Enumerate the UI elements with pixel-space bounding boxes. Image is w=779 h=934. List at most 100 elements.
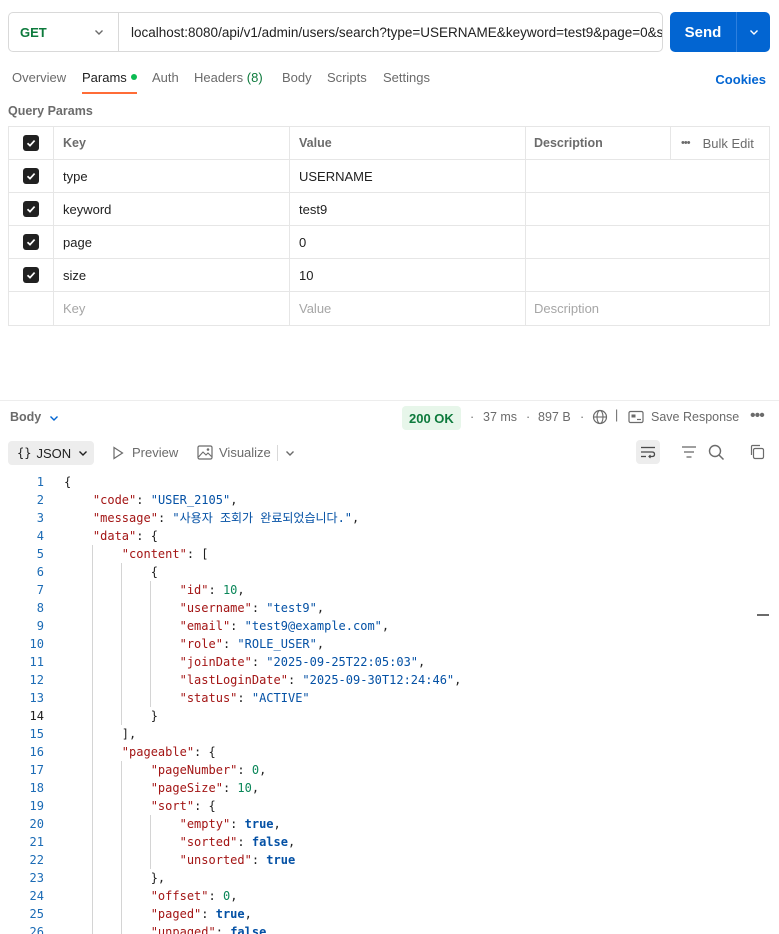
indent-guide (120, 599, 122, 617)
param-description[interactable] (526, 259, 769, 291)
code-line: 8 "username": "test9", (0, 599, 779, 617)
select-all-checkbox[interactable] (23, 135, 39, 151)
url-input[interactable]: localhost:8080/api/v1/admin/users/search… (119, 25, 662, 40)
code-line: 23 }, (0, 869, 779, 887)
send-options-button[interactable] (737, 12, 770, 52)
code-text: "username": "test9", (179, 601, 325, 615)
response-body-editor[interactable]: 1{2 "code": "USER_2105", 3 "message": "사용… (0, 473, 779, 934)
more-options-icon[interactable]: ••• (750, 407, 765, 425)
response-size[interactable]: 897 B (538, 410, 571, 424)
param-key[interactable]: page (54, 226, 290, 258)
param-value[interactable]: test9 (290, 193, 526, 225)
tab-auth[interactable]: Auth (152, 70, 179, 85)
empty-checkbox-cell (9, 292, 54, 325)
globe-icon[interactable] (592, 409, 608, 425)
code-text: { (64, 565, 158, 579)
indent-guide (91, 653, 93, 671)
line-number: 25 (29, 907, 44, 921)
bulk-edit-button[interactable]: ••• Bulk Edit (671, 127, 769, 159)
filter-icon[interactable] (681, 445, 697, 459)
indent-guide (120, 707, 122, 725)
param-value[interactable]: 10 (290, 259, 526, 291)
separator-dot: · (526, 410, 531, 424)
line-number: 22 (29, 853, 44, 867)
indent-guide (91, 743, 93, 761)
line-number: 9 (36, 619, 44, 633)
param-description[interactable] (526, 193, 769, 225)
chevron-down-icon[interactable] (285, 448, 295, 458)
tab-params[interactable]: Params (82, 70, 137, 85)
chevron-down-icon (95, 30, 103, 35)
line-number: 5 (36, 547, 44, 561)
code-line: 25 "paged": true, (0, 905, 779, 923)
code-line: 26 "unpaged": false (0, 923, 779, 934)
code-text: "data": { (92, 529, 158, 543)
new-param-value-input[interactable]: Value (290, 292, 526, 325)
line-number: 7 (36, 583, 44, 597)
bulk-edit-label: Bulk Edit (702, 135, 754, 151)
tab-settings[interactable]: Settings (383, 70, 430, 85)
row-checkbox-cell (9, 193, 54, 225)
tab-body[interactable]: Body (282, 70, 312, 85)
code-text: "lastLoginDate": "2025-09-30T12:24:46", (179, 673, 462, 687)
visualize-tab[interactable]: Visualize (219, 445, 271, 460)
save-response-button[interactable]: Save Response (651, 410, 739, 424)
row-checkbox[interactable] (23, 168, 39, 184)
param-description[interactable] (526, 226, 769, 258)
check-icon (26, 173, 36, 180)
tab-overview[interactable]: Overview (12, 70, 66, 85)
line-number: 11 (29, 655, 44, 669)
param-value[interactable]: USERNAME (290, 160, 526, 192)
param-key[interactable]: size (54, 259, 290, 291)
code-text: ], (64, 727, 137, 741)
code-text: "offset": 0, (150, 889, 238, 903)
braces-icon: {} (17, 446, 32, 460)
indent-guide (91, 923, 93, 934)
separator-dot: · (580, 410, 585, 424)
cookies-link[interactable]: Cookies (715, 72, 766, 87)
save-response-icon (628, 410, 644, 424)
param-description[interactable] (526, 160, 769, 192)
wrap-lines-button[interactable] (636, 440, 660, 464)
param-key[interactable]: keyword (54, 193, 290, 225)
status-badge[interactable]: 200 OK (402, 406, 461, 430)
line-number: 3 (36, 511, 44, 525)
code-line: 12 "lastLoginDate": "2025-09-30T12:24:46… (0, 671, 779, 689)
indent-guide (120, 833, 122, 851)
format-select[interactable]: {} JSON (8, 441, 94, 465)
line-number: 8 (36, 601, 44, 615)
param-key[interactable]: type (54, 160, 290, 192)
method-select[interactable]: GET (9, 13, 119, 51)
row-checkbox[interactable] (23, 267, 39, 283)
code-text: "content": [ (121, 547, 209, 561)
new-param-key-input[interactable]: Key (54, 292, 290, 325)
line-number: 17 (29, 763, 44, 777)
code-line: 11 "joinDate": "2025-09-25T22:05:03", (0, 653, 779, 671)
code-line: 13 "status": "ACTIVE" (0, 689, 779, 707)
indent-guide (91, 833, 93, 851)
new-param-description-input[interactable]: Description (526, 292, 769, 325)
table-row: type USERNAME (9, 160, 769, 193)
preview-tab[interactable]: Preview (132, 445, 178, 460)
check-icon (26, 239, 36, 246)
tab-scripts[interactable]: Scripts (327, 70, 367, 85)
line-number: 19 (29, 799, 44, 813)
line-number: 16 (29, 745, 44, 759)
request-tabs: Overview Params Auth Headers (8) Body Sc… (0, 66, 779, 96)
param-value[interactable]: 0 (290, 226, 526, 258)
response-body-dropdown[interactable]: Body (10, 410, 41, 424)
tab-headers[interactable]: Headers (8) (194, 70, 263, 85)
send-button[interactable]: Send (670, 12, 737, 52)
code-line: 9 "email": "test9@example.com", (0, 617, 779, 635)
row-checkbox[interactable] (23, 234, 39, 250)
table-row: size 10 (9, 259, 769, 292)
headers-count: (8) (246, 70, 263, 85)
row-checkbox[interactable] (23, 201, 39, 217)
active-tab-underline (82, 92, 137, 94)
response-time[interactable]: 37 ms (483, 410, 517, 424)
search-icon[interactable] (708, 444, 725, 461)
indent-guide (120, 635, 122, 653)
code-line: 14 } (0, 707, 779, 725)
copy-icon[interactable] (749, 444, 765, 460)
code-line: 15 ], (0, 725, 779, 743)
